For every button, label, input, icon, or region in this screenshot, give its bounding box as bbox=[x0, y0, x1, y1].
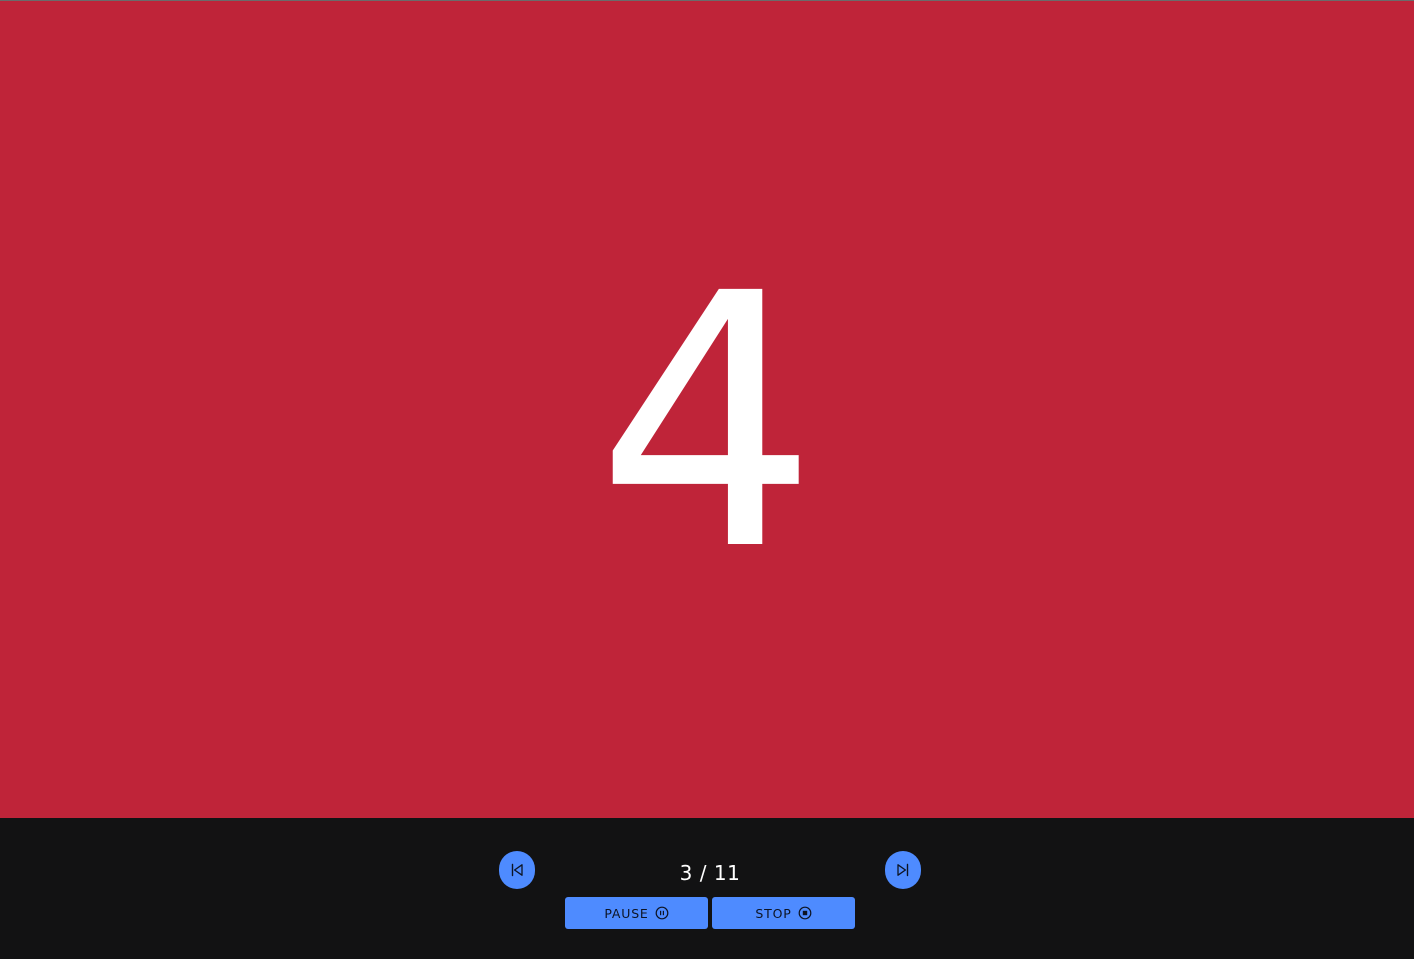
slide-counter: 3 / 11 bbox=[679, 861, 741, 885]
slide-area: 4 bbox=[0, 1, 1414, 818]
previous-slide-button[interactable] bbox=[499, 851, 535, 889]
next-slide-button[interactable] bbox=[885, 851, 921, 889]
slide-content: 4 bbox=[595, 219, 819, 627]
pause-button[interactable]: PAUSE bbox=[565, 897, 708, 929]
skip-next-icon bbox=[895, 862, 911, 878]
stop-button[interactable]: STOP bbox=[712, 897, 855, 929]
stop-button-label: STOP bbox=[755, 905, 792, 921]
skip-previous-icon bbox=[509, 862, 525, 878]
pause-button-label: PAUSE bbox=[604, 905, 649, 921]
pause-circle-icon bbox=[655, 906, 669, 920]
stop-circle-icon bbox=[798, 906, 812, 920]
slideshow-controls: 3 / 11 PAUSE STOP bbox=[0, 818, 1414, 959]
